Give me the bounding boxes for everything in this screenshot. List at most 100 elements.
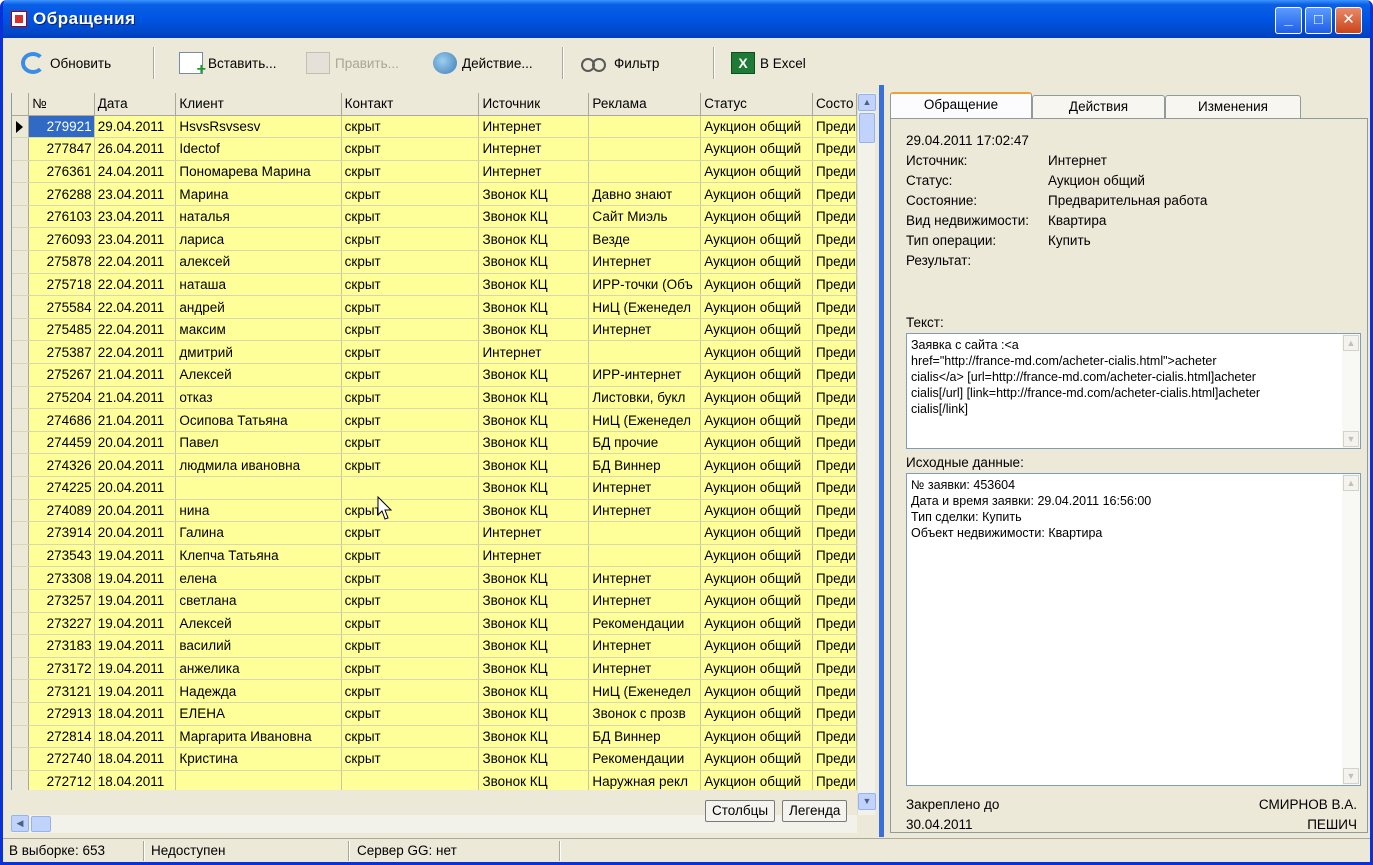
cell-date[interactable]: 20.04.2011 [94,453,177,477]
cell-date[interactable]: 19.04.2011 [94,679,177,703]
cell-source[interactable]: Интернет [478,115,590,139]
cell-state[interactable]: Преди [812,363,857,387]
cell-date[interactable]: 18.04.2011 [94,770,177,790]
cell-client[interactable]: людмила ивановна [175,453,342,477]
cell-state[interactable]: Преди [812,205,857,229]
cell-advertising[interactable]: ИРР-интернет [588,363,702,387]
cell-status[interactable]: Аукцион общий [700,408,813,432]
cell-contact[interactable] [341,770,480,790]
table-row[interactable]: 276288 23.04.2011 Марина скрыт Звонок КЦ Давн… [12,182,857,206]
cell-status[interactable]: Аукцион общий [700,115,813,139]
cell-advertising[interactable]: Листовки, букл [588,386,702,410]
cell-status[interactable]: Аукцион общий [700,453,813,477]
scroll-up-icon[interactable]: ▲ [1343,335,1359,351]
text-memo-scrollbar[interactable]: ▲ ▼ [1342,334,1360,448]
cell-date[interactable]: 20.04.2011 [94,499,177,523]
cell-state[interactable]: Преди [812,295,857,319]
row-indicator[interactable] [12,544,30,568]
cell-status[interactable]: Аукцион общий [700,340,813,365]
row-indicator[interactable] [12,386,30,410]
cell-contact[interactable]: скрыт [341,227,480,252]
cell-status[interactable]: Аукцион общий [700,657,813,681]
cell-client[interactable]: алексей [175,250,342,274]
cell-contact[interactable]: скрыт [341,182,480,206]
cell-source[interactable]: Звонок КЦ [478,295,590,319]
cell-advertising[interactable]: Везде [588,227,702,252]
cell-source[interactable]: Звонок КЦ [478,634,590,658]
cell-source[interactable]: Звонок КЦ [478,182,590,206]
cell-state[interactable]: Преди [812,227,857,252]
cell-source[interactable]: Звонок КЦ [478,725,590,749]
cell-state[interactable]: Преди [812,182,857,206]
cell-date[interactable]: 22.04.2011 [94,318,177,342]
cell-source[interactable]: Звонок КЦ [478,657,590,681]
cell-date[interactable]: 23.04.2011 [94,205,177,229]
cell-number[interactable]: 275584 [28,295,95,319]
cell-contact[interactable]: скрыт [341,273,480,297]
refresh-button[interactable]: Обновить [21,50,111,76]
cell-number[interactable]: 272913 [28,702,95,726]
cell-source[interactable]: Звонок КЦ [478,273,590,297]
cell-date[interactable]: 19.04.2011 [94,589,177,613]
cell-number[interactable]: 275718 [28,273,95,297]
excel-button[interactable]: X В Excel [731,50,806,76]
cell-state[interactable]: Преди [812,250,857,274]
cell-number[interactable]: 276093 [28,227,95,252]
cell-status[interactable]: Аукцион общий [700,566,813,590]
cell-advertising[interactable]: Рекомендации [588,747,702,771]
minimize-button[interactable]: _ [1275,7,1302,34]
column-header-status[interactable]: Статус [700,93,813,116]
row-indicator[interactable] [12,634,30,658]
cell-state[interactable]: Преди [812,589,857,613]
cell-number[interactable]: 276288 [28,182,95,206]
row-indicator[interactable] [12,273,30,297]
tab-request[interactable]: Обращение [890,92,1032,119]
cell-state[interactable]: Преди [812,115,857,139]
row-indicator[interactable] [12,250,30,274]
cell-date[interactable]: 22.04.2011 [94,250,177,274]
cell-state[interactable]: Преди [812,476,857,500]
cell-source[interactable]: Звонок КЦ [478,205,590,229]
cell-number[interactable]: 274686 [28,408,95,432]
cell-source[interactable]: Звонок КЦ [478,431,590,455]
cell-contact[interactable]: скрыт [341,408,480,432]
cell-advertising[interactable]: Интернет [588,476,702,500]
cell-contact[interactable]: скрыт [341,702,480,726]
cell-number[interactable]: 275267 [28,363,95,387]
cell-source[interactable]: Интернет [478,340,590,365]
row-indicator[interactable] [12,160,30,184]
row-indicator[interactable] [12,702,30,726]
cell-state[interactable]: Преди [812,160,857,184]
cell-date[interactable]: 19.04.2011 [94,566,177,590]
cell-number[interactable]: 277847 [28,137,95,161]
table-row[interactable]: 275204 21.04.2011 отказ скрыт Звонок КЦ Листо… [12,386,857,410]
cell-advertising[interactable]: Звонок с прозв [588,702,702,726]
cell-advertising[interactable]: Интернет [588,250,702,274]
scroll-down-icon[interactable]: ▼ [1343,431,1359,447]
cell-source[interactable]: Звонок КЦ [478,476,590,500]
cell-date[interactable]: 18.04.2011 [94,725,177,749]
cell-advertising[interactable] [588,544,702,568]
cell-date[interactable]: 24.04.2011 [94,160,177,184]
edit-button[interactable]: Править... [306,50,399,76]
table-row[interactable]: 275878 22.04.2011 алексей скрыт Звонок КЦ Инт… [12,250,857,274]
tab-changes[interactable]: Изменения [1165,95,1301,118]
columns-button[interactable]: Столбцы [705,800,776,822]
cell-source[interactable]: Звонок КЦ [478,589,590,613]
cell-number[interactable]: 276103 [28,205,95,229]
cell-client[interactable]: Алексей [175,363,342,387]
cell-source[interactable]: Звонок КЦ [478,250,590,274]
source-memo-scrollbar[interactable]: ▲ ▼ [1342,474,1360,785]
cell-number[interactable]: 275204 [28,386,95,410]
cell-status[interactable]: Аукцион общий [700,227,813,252]
row-indicator[interactable] [12,566,30,590]
table-row[interactable]: 272712 18.04.2011 Звонок КЦ Наружная рекл Ау… [12,770,857,790]
cell-advertising[interactable]: Интернет [588,499,702,523]
cell-advertising[interactable]: Интернет [588,318,702,342]
cell-source[interactable]: Интернет [478,544,590,568]
row-indicator[interactable] [12,431,30,455]
cell-source[interactable]: Интернет [478,137,590,161]
cell-state[interactable]: Преди [812,770,857,790]
cell-client[interactable]: анжелика [175,657,342,681]
cell-state[interactable]: Преди [812,431,857,455]
